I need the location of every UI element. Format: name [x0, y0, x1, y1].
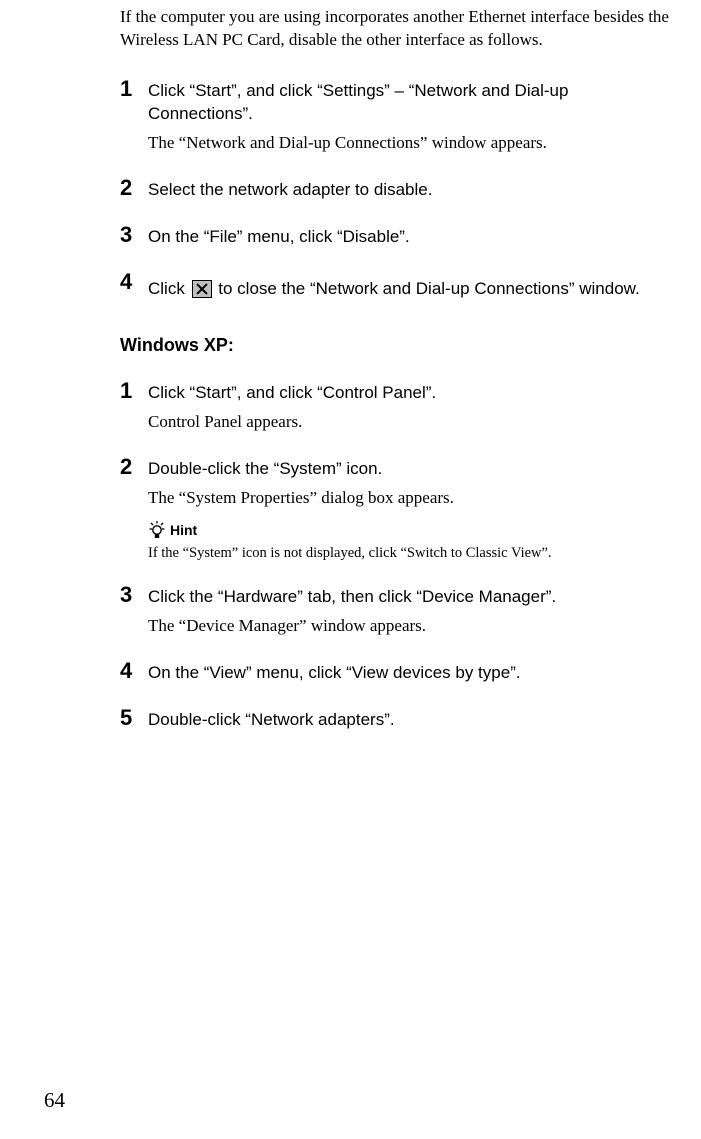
step4-before: Click — [148, 279, 190, 298]
step-result: Control Panel appears. — [148, 411, 671, 434]
step-result: The “Network and Dial-up Connections” wi… — [148, 132, 671, 155]
step-result: The “Device Manager” window appears. — [148, 615, 671, 638]
section-heading-windows-xp: Windows XP: — [120, 335, 671, 356]
step-a-2: 2 Select the network adapter to disable. — [120, 179, 671, 202]
step-result: The “System Properties” dialog box appea… — [148, 487, 671, 510]
step-number: 1 — [120, 378, 132, 404]
hint-bulb-icon — [148, 520, 166, 540]
step-a-3: 3 On the “File” menu, click “Disable”. — [120, 226, 671, 249]
step-b-3: 3 Click the “Hardware” tab, then click “… — [120, 586, 671, 638]
hint-row: Hint — [148, 520, 671, 540]
close-icon — [192, 280, 212, 298]
step-instruction: Click “Start”, and click “Control Panel”… — [148, 382, 671, 405]
step-a-1: 1 Click “Start”, and click “Settings” – … — [120, 80, 671, 155]
step-instruction: On the “View” menu, click “View devices … — [148, 662, 671, 685]
step-b-4: 4 On the “View” menu, click “View device… — [120, 662, 671, 685]
step-number: 2 — [120, 454, 132, 480]
step-a-4: 4 Click to close the “Network and Dial-u… — [120, 273, 671, 305]
step-number: 3 — [120, 582, 132, 608]
hint-label: Hint — [170, 522, 197, 538]
step-number: 1 — [120, 76, 132, 102]
step-number: 4 — [120, 269, 132, 295]
step-instruction: Double-click the “System” icon. — [148, 458, 671, 481]
step-instruction: Double-click “Network adapters”. — [148, 709, 671, 732]
step-instruction: Click “Start”, and click “Settings” – “N… — [148, 80, 671, 126]
step-instruction: On the “File” menu, click “Disable”. — [148, 226, 671, 249]
step4-after: to close the “Network and Dial-up Connec… — [214, 279, 640, 298]
step-number: 3 — [120, 222, 132, 248]
step-b-5: 5 Double-click “Network adapters”. — [120, 709, 671, 732]
step-number: 4 — [120, 658, 132, 684]
step-b-1: 1 Click “Start”, and click “Control Pane… — [120, 382, 671, 434]
page-number: 64 — [44, 1088, 65, 1113]
step-instruction: Select the network adapter to disable. — [148, 179, 671, 202]
intro-paragraph: If the computer you are using incorporat… — [120, 6, 671, 52]
hint-text: If the “System” icon is not displayed, c… — [148, 544, 671, 563]
step-number: 2 — [120, 175, 132, 201]
step-b-2: 2 Double-click the “System” icon. The “S… — [120, 458, 671, 563]
step-instruction: Click to close the “Network and Dial-up … — [148, 273, 671, 305]
step-number: 5 — [120, 705, 132, 731]
step-instruction: Click the “Hardware” tab, then click “De… — [148, 586, 671, 609]
